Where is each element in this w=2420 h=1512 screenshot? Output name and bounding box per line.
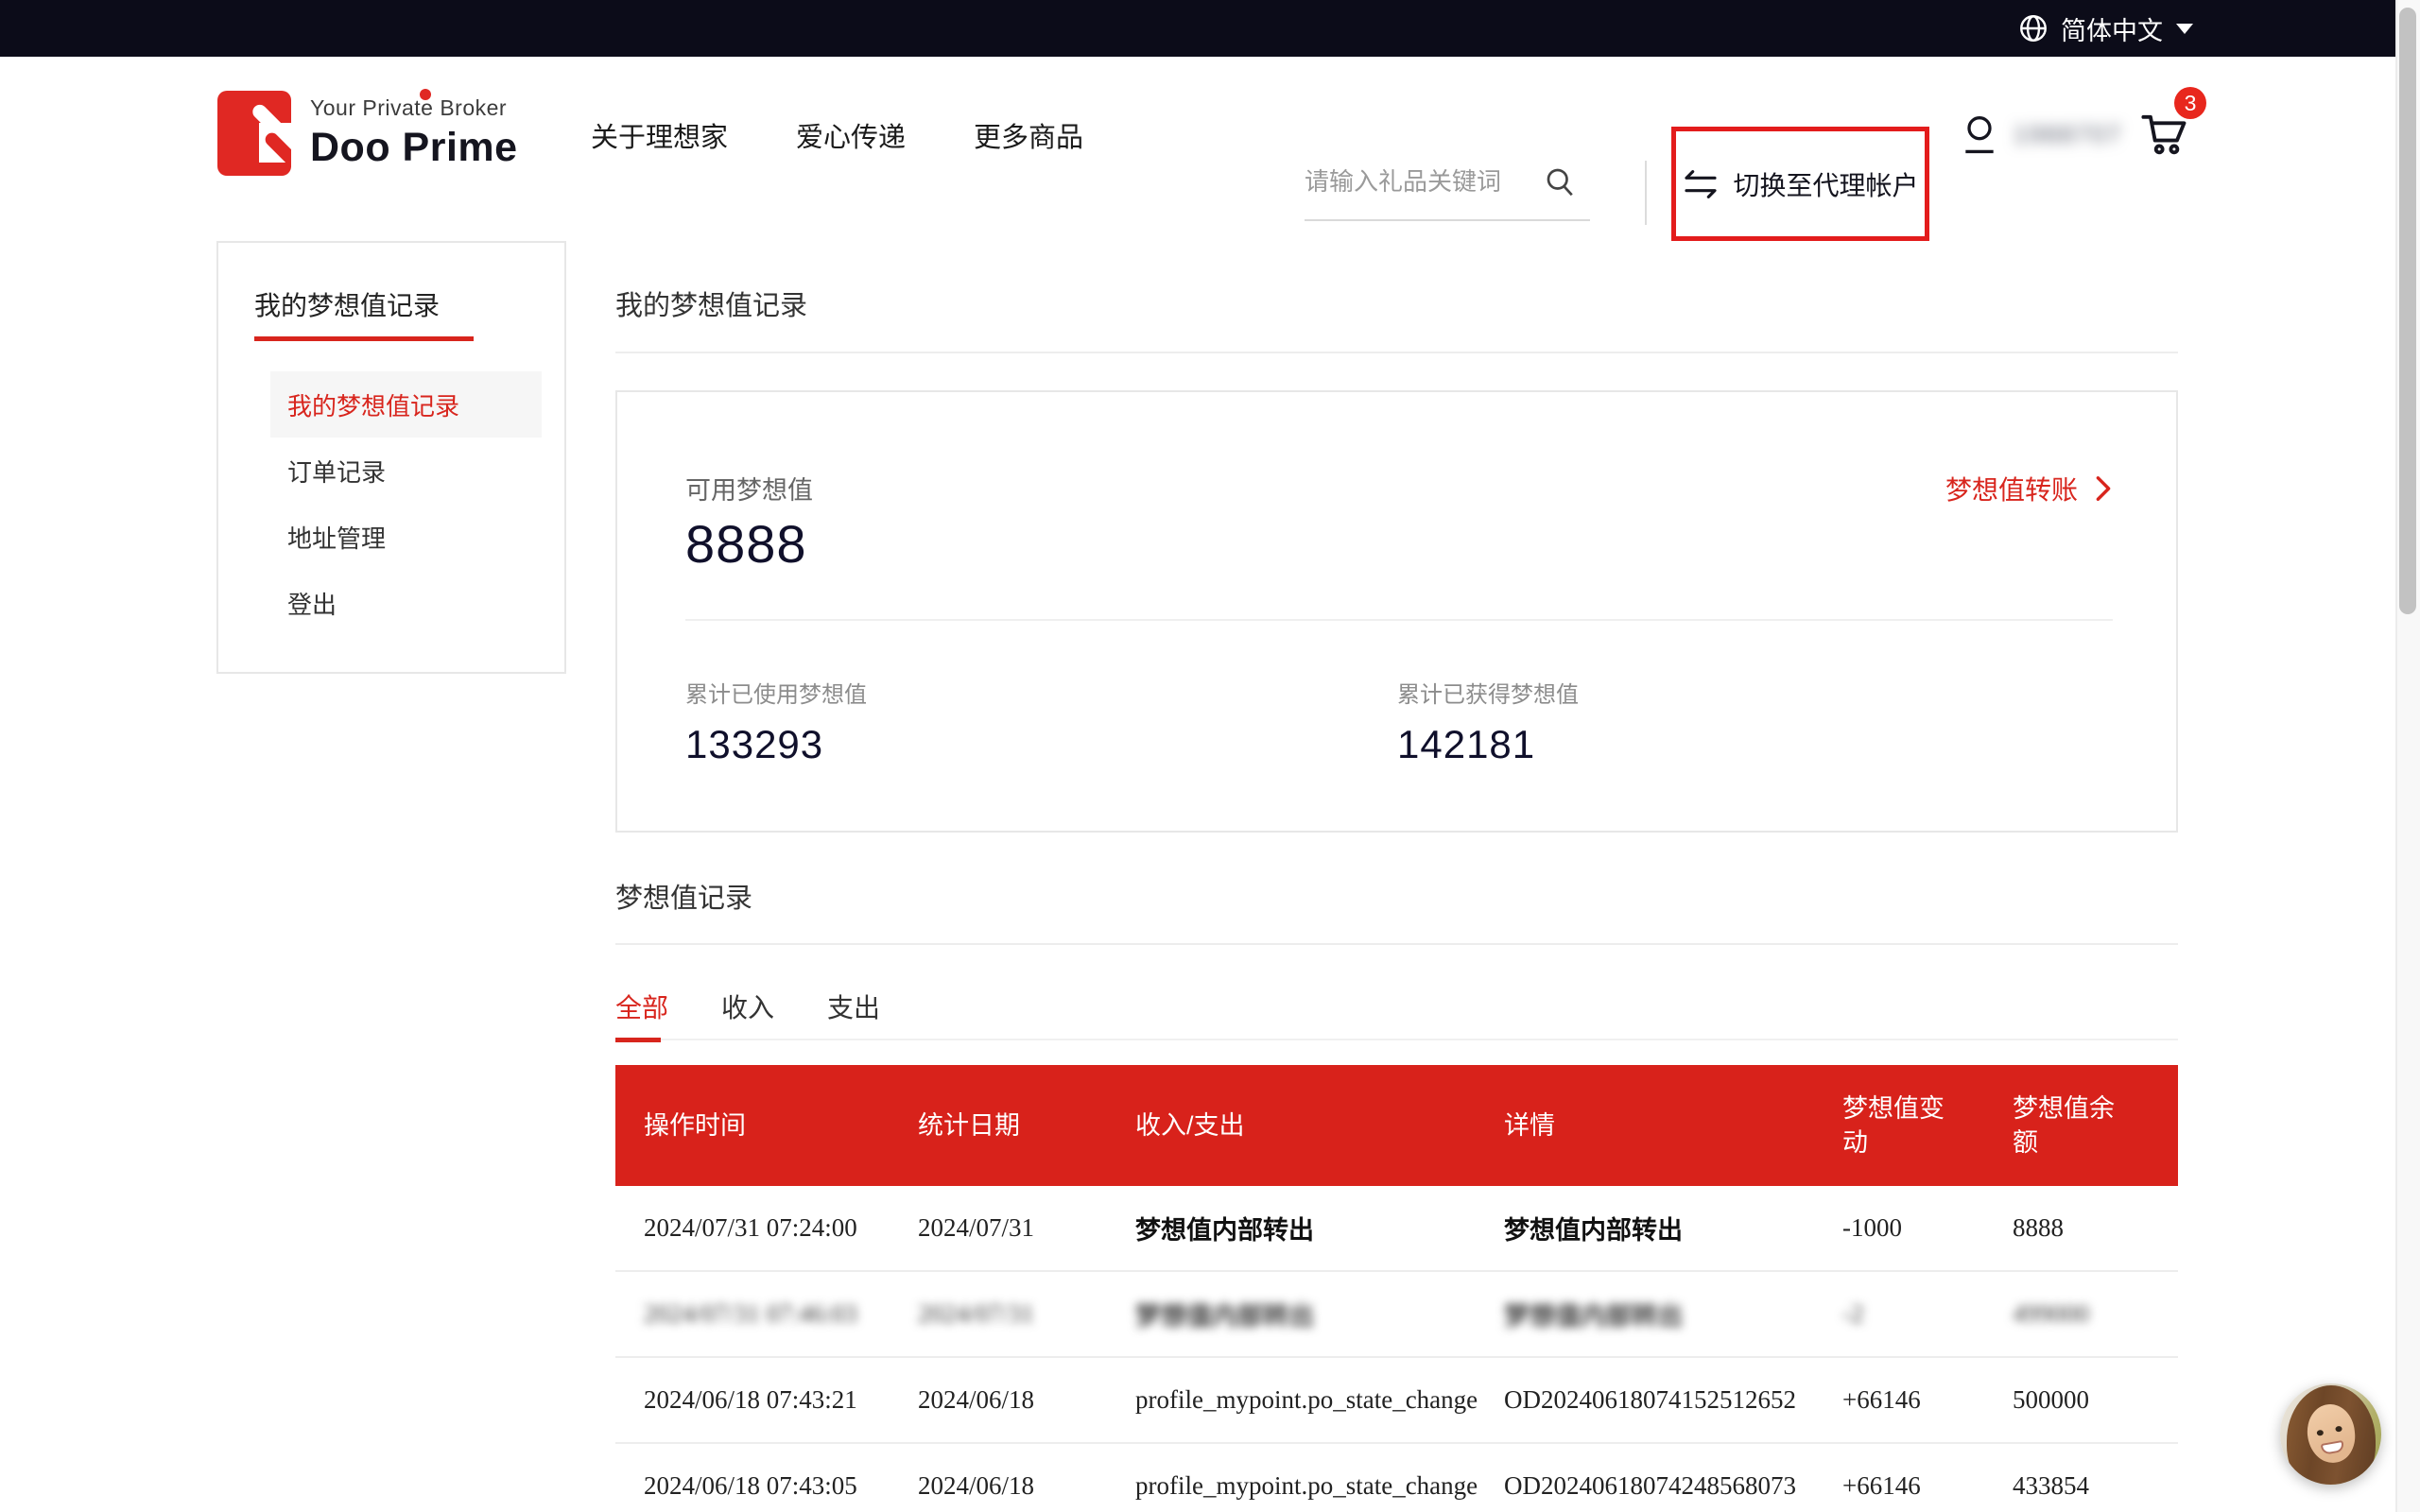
page: 简体中文 Your Private Broker Doo Prime 关于理想家… <box>0 0 2420 1512</box>
page-title: 我的梦想值记录 <box>615 284 807 323</box>
col-header-details: 详情 <box>1504 1108 1842 1143</box>
language-selector[interactable]: 简体中文 <box>2017 0 2193 57</box>
records-section-title: 梦想值记录 <box>615 876 752 916</box>
user-account[interactable]: 1988707 <box>1959 57 2122 213</box>
records-table: 操作时间 统计日期 收入/支出 详情 梦想值变动 梦想值余额 2024/07/3… <box>615 1065 2178 1512</box>
globe-icon <box>2017 12 2049 44</box>
chevron-right-icon <box>2091 474 2116 503</box>
col-header-income-expense: 收入/支出 <box>1135 1108 1504 1143</box>
points-transfer-link[interactable]: 梦想值转账 <box>1945 470 2116 507</box>
cell-points-balance: 500000 <box>2013 1385 2178 1415</box>
sidebar-title: 我的梦想值记录 <box>254 285 440 323</box>
nav-item-more-products[interactable]: 更多商品 <box>974 115 1083 155</box>
cell-income-expense: 梦想值内部转出 <box>1135 1296 1504 1332</box>
sidebar-menu: 我的梦想值记录 订单记录 地址管理 登出 <box>218 371 564 636</box>
sidebar-item-my-dream-points[interactable]: 我的梦想值记录 <box>270 371 542 438</box>
cell-stat-date: 2024/06/18 <box>918 1385 1135 1415</box>
logo-tagline: Your Private Broker <box>310 95 518 121</box>
earned-points-value: 142181 <box>1397 722 1579 767</box>
nav-item-charity[interactable]: 爱心传递 <box>796 115 906 155</box>
sidebar-item-address-management[interactable]: 地址管理 <box>270 504 542 570</box>
points-summary-card: 可用梦想值 8888 梦想值转账 累计已使用梦想值 133293 累计已获得梦想… <box>615 390 2178 833</box>
card-divider <box>685 619 2113 621</box>
search-icon[interactable] <box>1543 164 1577 198</box>
records-tabs: 全部 收入 支出 <box>615 988 2178 1040</box>
cell-points-change: -1000 <box>1842 1213 2013 1243</box>
cell-points-balance: 499000 <box>2013 1299 2178 1329</box>
search-box <box>1305 144 1590 221</box>
available-points-label: 可用梦想值 <box>685 470 813 507</box>
col-header-stat-date: 统计日期 <box>918 1108 1135 1143</box>
earned-points-label: 累计已获得梦想值 <box>1397 676 1579 709</box>
logo-brand: Doo Prime <box>310 125 518 171</box>
tab-expense[interactable]: 支出 <box>827 988 880 1040</box>
cell-operation-time: 2024/06/18 07:43:21 <box>615 1385 918 1415</box>
cell-points-balance: 8888 <box>2013 1213 2178 1243</box>
tab-income[interactable]: 收入 <box>721 988 774 1040</box>
tab-all[interactable]: 全部 <box>615 988 668 1040</box>
cell-operation-time: 2024/06/18 07:43:05 <box>615 1471 918 1501</box>
cell-details: OD20240618074152512652 <box>1504 1385 1842 1415</box>
language-label: 简体中文 <box>2061 10 2163 47</box>
available-points-value: 8888 <box>685 513 807 575</box>
avatar[interactable] <box>2280 1383 2381 1485</box>
col-header-operation-time: 操作时间 <box>615 1108 918 1143</box>
scrollbar-thumb[interactable] <box>2399 8 2416 614</box>
sidebar: 我的梦想值记录 我的梦想值记录 订单记录 地址管理 登出 <box>216 241 566 674</box>
cell-points-change: -2 <box>1842 1299 2013 1329</box>
records-divider <box>615 943 2178 945</box>
cell-operation-time: 2024/07/31 07:24:00 <box>615 1213 918 1243</box>
cart-count-badge: 3 <box>2174 87 2206 119</box>
logo-i-dot <box>420 89 431 100</box>
cell-income-expense: 梦想值内部转出 <box>1135 1210 1504 1246</box>
header-divider <box>1645 161 1647 225</box>
username-blurred: 1988707 <box>2014 120 2122 149</box>
header: Your Private Broker Doo Prime 关于理想家 爱心传递… <box>0 57 2395 213</box>
cell-stat-date: 2024/07/31 <box>918 1213 1135 1243</box>
cell-income-expense: profile_mypoint.po_state_change <box>1135 1385 1504 1415</box>
scrollbar-track <box>2395 0 2420 1512</box>
cell-details: 梦想值内部转出 <box>1504 1210 1842 1246</box>
cell-points-change: +66146 <box>1842 1471 2013 1501</box>
cell-points-change: +66146 <box>1842 1385 2013 1415</box>
chevron-down-icon <box>2176 24 2193 34</box>
switch-to-agent-account-button[interactable]: 切换至代理帐户 <box>1671 127 1929 241</box>
switch-to-agent-account-label: 切换至代理帐户 <box>1733 165 1918 203</box>
table-row: 2024/06/18 07:43:21 2024/06/18 profile_m… <box>615 1358 2178 1444</box>
sidebar-item-order-records[interactable]: 订单记录 <box>270 438 542 504</box>
col-header-points-change: 梦想值变动 <box>1842 1091 2013 1160</box>
col-header-points-balance: 梦想值余额 <box>2013 1091 2178 1160</box>
swap-arrows-icon <box>1682 168 1720 200</box>
table-header-row: 操作时间 统计日期 收入/支出 详情 梦想值变动 梦想值余额 <box>615 1065 2178 1186</box>
cell-income-expense: profile_mypoint.po_state_change <box>1135 1471 1504 1501</box>
logo[interactable]: Your Private Broker Doo Prime <box>217 91 518 176</box>
cell-operation-time: 2024/07/31 07:46:03 <box>615 1299 918 1329</box>
cell-details: 梦想值内部转出 <box>1504 1296 1842 1332</box>
title-divider <box>615 352 2178 353</box>
table-row: 2024/06/18 07:43:05 2024/06/18 profile_m… <box>615 1444 2178 1512</box>
table-row: 2024/07/31 07:24:00 2024/07/31 梦想值内部转出 梦… <box>615 1186 2178 1272</box>
sidebar-title-underline <box>254 336 474 341</box>
sidebar-item-logout[interactable]: 登出 <box>270 570 542 636</box>
cell-stat-date: 2024/06/18 <box>918 1471 1135 1501</box>
table-row-blurred: 2024/07/31 07:46:03 2024/07/31 梦想值内部转出 梦… <box>615 1272 2178 1358</box>
cell-details: OD20240618074248568073 <box>1504 1471 1842 1501</box>
cell-stat-date: 2024/07/31 <box>918 1299 1135 1329</box>
cell-points-balance: 433854 <box>2013 1471 2178 1501</box>
cart-button[interactable]: 3 <box>2138 57 2191 213</box>
user-icon <box>1959 112 2000 158</box>
used-points-label: 累计已使用梦想值 <box>685 676 867 709</box>
search-input[interactable] <box>1305 167 1541 197</box>
used-points-value: 133293 <box>685 722 867 767</box>
nav-item-about[interactable]: 关于理想家 <box>591 115 728 155</box>
main-nav: 关于理想家 爱心传递 更多商品 <box>591 57 1083 213</box>
topbar: 简体中文 <box>0 0 2395 57</box>
points-transfer-label: 梦想值转账 <box>1945 470 2078 507</box>
logo-mark-icon <box>217 91 291 176</box>
